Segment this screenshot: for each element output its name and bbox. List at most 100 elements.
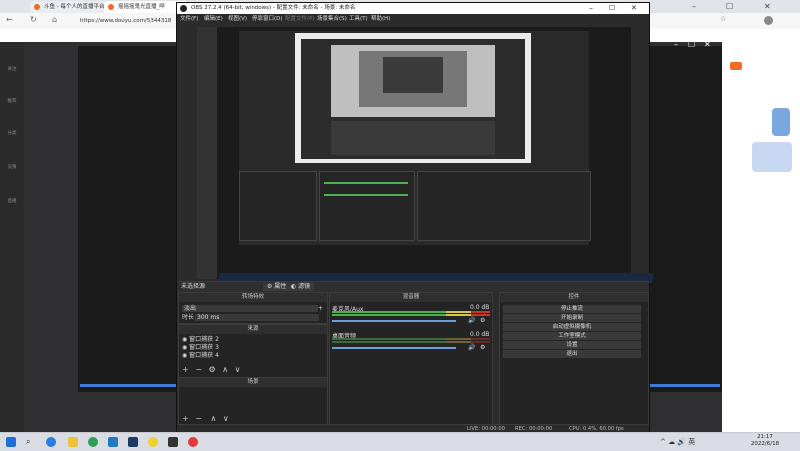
exit-button[interactable]: 退出 [503, 350, 641, 358]
mascot-image [772, 108, 790, 136]
stop-streaming-button[interactable]: 停止推流 [503, 305, 641, 313]
windows-start-icon[interactable] [6, 437, 16, 447]
menu-edit[interactable]: 编辑(E) [204, 14, 223, 25]
menu-tools[interactable]: 工具(T) [349, 14, 368, 25]
nested-sources-dock [239, 171, 317, 241]
no-source-label: 未选择源 [181, 283, 206, 290]
mixer-channel-db: 0.0 dB [470, 331, 490, 338]
close-icon[interactable]: ✕ [631, 3, 637, 14]
speaker-icon[interactable]: 🔊 [468, 317, 475, 324]
rail-item[interactable]: 直播 [3, 198, 21, 212]
obs-logo-icon [180, 5, 187, 12]
gear-icon[interactable]: ⚙ [209, 365, 216, 374]
remove-icon[interactable]: − [195, 365, 202, 374]
favorites-icon[interactable]: ☆ [720, 15, 726, 23]
scenes-dock: 场景 + − ∧ ∨ [178, 377, 328, 427]
move-up-icon[interactable]: ∧ [222, 365, 228, 374]
add-icon[interactable]: + [182, 365, 189, 374]
dock-title: 来源 [179, 325, 327, 334]
taskbar-clock-time[interactable]: 21:17 [745, 434, 785, 441]
dock-title: 场景 [179, 378, 327, 387]
app-icon[interactable] [108, 437, 118, 447]
menu-file[interactable]: 文件(F) [180, 14, 198, 25]
list-item[interactable]: ◉ 窗口捕获 2 [182, 336, 324, 343]
obs-menu-bar: 文件(F) 编辑(E) 视图(V) 停靠窗口(D) 配置文件(P) 场景集合(S… [177, 14, 649, 25]
list-item[interactable]: ◉ 窗口捕获 4 [182, 352, 324, 359]
close-icon[interactable]: ✕ [704, 40, 711, 49]
duration-input[interactable]: 300 ms [195, 314, 319, 321]
minimize-icon[interactable]: – [692, 1, 696, 13]
maximize-icon[interactable]: ☐ [726, 1, 733, 13]
filters-button[interactable]: ◐ 滤镜 [287, 283, 315, 291]
rail-item[interactable]: 竞猜 [3, 164, 21, 178]
move-down-icon[interactable]: ∨ [223, 414, 229, 423]
plus-icon[interactable]: + [318, 305, 323, 312]
menu-scene-collection[interactable]: 场景集合(S) [317, 14, 347, 25]
dock-title: 转场特效 [179, 293, 327, 302]
add-icon[interactable]: + [182, 414, 189, 423]
menu-view[interactable]: 视图(V) [228, 14, 247, 25]
menu-docks[interactable]: 停靠窗口(D) [252, 14, 283, 25]
browser-tab-label: 斗鱼 - 每个人的直播平台 [44, 4, 105, 10]
file-explorer-icon[interactable] [68, 437, 78, 447]
gear-icon[interactable]: ⚙ [480, 344, 485, 351]
eye-icon[interactable]: ◉ [182, 344, 187, 351]
minimize-icon[interactable]: – [589, 3, 593, 14]
taskbar-clock-date[interactable]: 2022/6/18 [745, 441, 785, 448]
app-icon[interactable] [188, 437, 198, 447]
page-right-panel [722, 42, 800, 432]
dock-title: 控件 [500, 293, 648, 302]
nested-controls-dock [417, 171, 591, 241]
profile-avatar[interactable] [764, 16, 773, 25]
obs-window: OBS 27.2.4 (64-bit, windows) - 配置文件: 未命名… [176, 2, 653, 434]
search-icon[interactable]: ⌕ [26, 437, 36, 447]
start-recording-button[interactable]: 开始录制 [503, 314, 641, 322]
home-icon[interactable]: ⌂ [52, 15, 57, 24]
browser-tab[interactable]: 斗鱼 - 每个人的直播平台 [30, 1, 112, 13]
tray-icons[interactable]: ^ ☁ 🔊 英 [660, 437, 695, 447]
speaker-icon[interactable]: 🔊 [468, 344, 475, 351]
studio-mode-button[interactable]: 工作室模式 [503, 332, 641, 340]
sources-dock: 来源 ◉ 窗口捕获 2 ◉ 窗口捕获 3 ◉ 窗口捕获 4 + − ⚙ ∧ ∨ [178, 324, 328, 378]
rail-item[interactable]: 关注 [3, 66, 21, 80]
minimize-icon[interactable]: – [674, 40, 678, 49]
edge-icon[interactable] [46, 437, 56, 447]
menu-help[interactable]: 帮助(H) [371, 14, 390, 25]
window-controls: – ☐ ✕ [686, 1, 800, 13]
eye-icon[interactable]: ◉ [182, 352, 187, 359]
menu-profile[interactable]: 配置文件(P) [285, 14, 315, 25]
list-item[interactable]: ◉ 窗口捕获 3 [182, 344, 324, 351]
maximize-icon[interactable]: ☐ [688, 40, 695, 49]
back-icon[interactable]: ← [6, 15, 13, 24]
audio-meter [332, 338, 490, 340]
url-field[interactable]: https://www.douyu.com/5344318 [80, 16, 171, 26]
maximize-icon[interactable]: ☐ [609, 3, 615, 14]
obs-taskbar-icon[interactable] [168, 437, 178, 447]
move-up-icon[interactable]: ∧ [211, 414, 217, 423]
obs-title-bar: OBS 27.2.4 (64-bit, windows) - 配置文件: 未命名… [177, 3, 649, 14]
mascot-image [752, 142, 792, 172]
move-down-icon[interactable]: ∨ [235, 365, 241, 374]
rail-item[interactable]: 分类 [3, 130, 21, 144]
close-icon[interactable]: ✕ [764, 1, 771, 13]
duration-label: 时长 [182, 314, 195, 321]
app-icon[interactable] [148, 437, 158, 447]
steam-icon[interactable] [128, 437, 138, 447]
start-virtual-camera-button[interactable]: 启动虚拟摄像机 [503, 323, 641, 331]
obs-title: OBS 27.2.4 (64-bit, windows) - 配置文件: 未命名… [191, 5, 356, 11]
rail-item[interactable]: 推荐 [3, 98, 21, 112]
remove-icon[interactable]: − [195, 414, 202, 423]
gear-icon[interactable]: ⚙ [480, 317, 485, 324]
audio-meter [332, 314, 490, 316]
obs-preview[interactable] [197, 27, 653, 283]
transition-type-select[interactable]: 淡出 [182, 305, 318, 312]
preview-side-strip [197, 27, 217, 279]
volume-slider[interactable] [332, 347, 456, 349]
eye-icon[interactable]: ◉ [182, 336, 187, 343]
settings-button[interactable]: 设置 [503, 341, 641, 349]
transitions-dock: 转场特效 淡出 + 时长 300 ms [178, 292, 328, 324]
app-icon[interactable] [88, 437, 98, 447]
nested-preview [301, 39, 525, 159]
refresh-icon[interactable]: ↻ [30, 15, 37, 24]
volume-slider[interactable] [332, 320, 456, 322]
